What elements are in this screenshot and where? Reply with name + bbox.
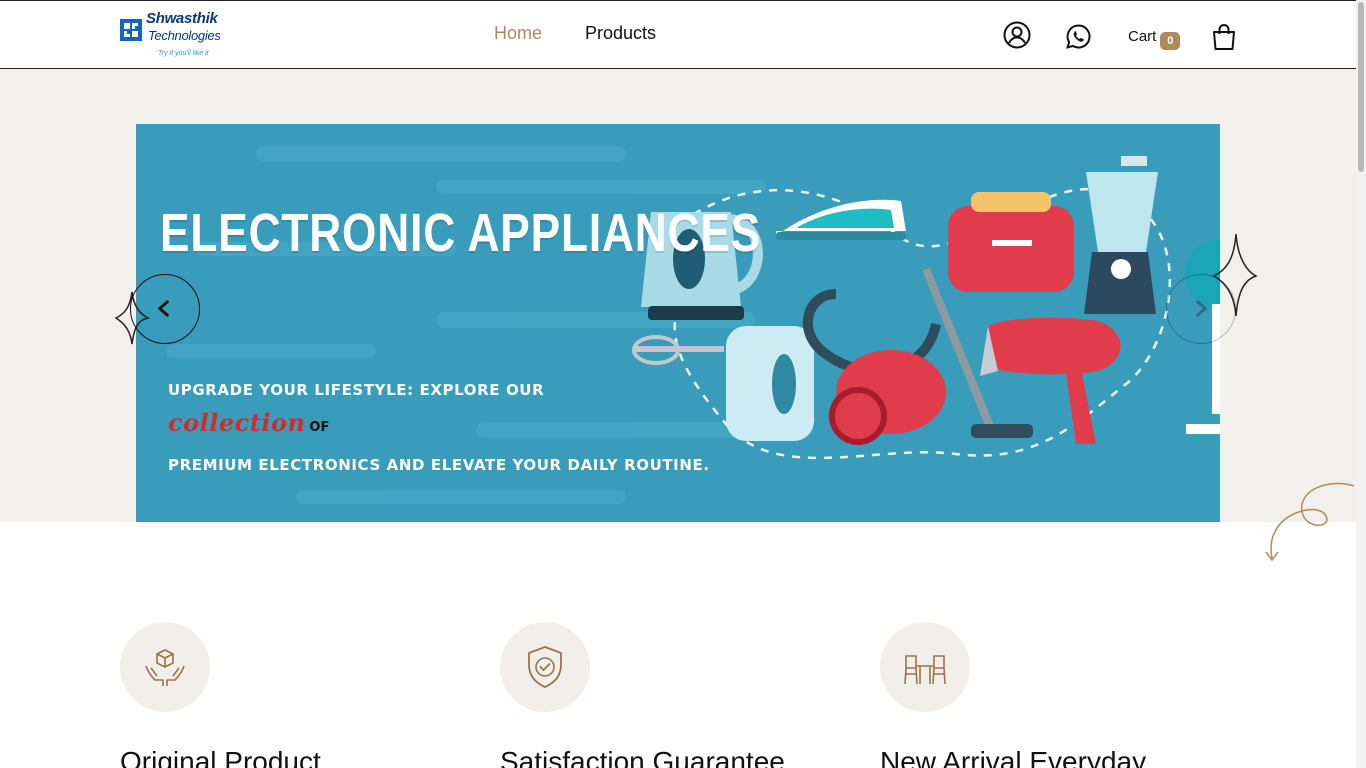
banner-title: ELECTRONIC APPLIANCES (160, 203, 762, 263)
carousel-next-button[interactable] (1166, 274, 1236, 344)
shopping-bag-icon[interactable] (1211, 23, 1237, 51)
site-header: Shwasthik Technologies Try it you'll lik… (0, 0, 1356, 69)
feature-original-product: Original Product (120, 622, 321, 768)
banner-tagline-1: UPGRADE YOUR LIFESTYLE: EXPLORE OUR (168, 381, 545, 399)
user-circle-icon[interactable] (1003, 21, 1031, 49)
hands-box-icon (145, 649, 185, 686)
page-scrollbar[interactable] (1356, 0, 1366, 768)
feature-icon-badge (880, 622, 970, 712)
banner-tagline-2: collection OF (168, 408, 329, 437)
feature-title: New Arrival Everyday (880, 746, 1147, 768)
nav-home-link[interactable]: Home (494, 23, 542, 44)
feature-icon-badge (120, 622, 210, 712)
logo-subname: Technologies (148, 28, 221, 43)
logo-name: Shwasthik (146, 10, 218, 27)
whatsapp-icon[interactable] (1065, 23, 1092, 50)
brand-logo[interactable]: Shwasthik Technologies Try it you'll lik… (118, 10, 228, 62)
hero-banner[interactable]: ELECTRONIC APPLIANCES UPGRADE YOUR LIFES… (136, 124, 1220, 522)
furniture-icon (904, 655, 946, 685)
banner-highlight: collection (168, 408, 306, 437)
feature-satisfaction-guarantee: Satisfaction Guarantee (500, 622, 785, 768)
logo-mark-icon (120, 19, 142, 41)
feature-new-arrival: New Arrival Everyday (880, 622, 1146, 768)
shield-check-icon (528, 646, 562, 688)
cart-count-badge: 0 (1160, 32, 1181, 50)
nav-products-link[interactable]: Products (585, 23, 656, 44)
cart-link[interactable]: Cart 0 (1128, 28, 1181, 50)
chevron-right-icon (1196, 300, 1207, 317)
logo-tagline: Try it you'll like it (158, 50, 209, 57)
feature-title: Satisfaction Guarantee (500, 746, 785, 768)
banner-tagline-3: PREMIUM ELECTRONICS AND ELEVATE YOUR DAI… (168, 456, 710, 474)
curly-arrow-decoration-icon (1265, 482, 1355, 562)
cart-label: Cart (1128, 28, 1157, 45)
banner-connector: OF (309, 420, 330, 435)
carousel-prev-button[interactable] (130, 274, 200, 344)
feature-icon-badge (500, 622, 590, 712)
chevron-left-icon (158, 300, 169, 317)
scrollbar-thumb[interactable] (1358, 2, 1364, 172)
feature-title: Original Product (120, 746, 321, 768)
